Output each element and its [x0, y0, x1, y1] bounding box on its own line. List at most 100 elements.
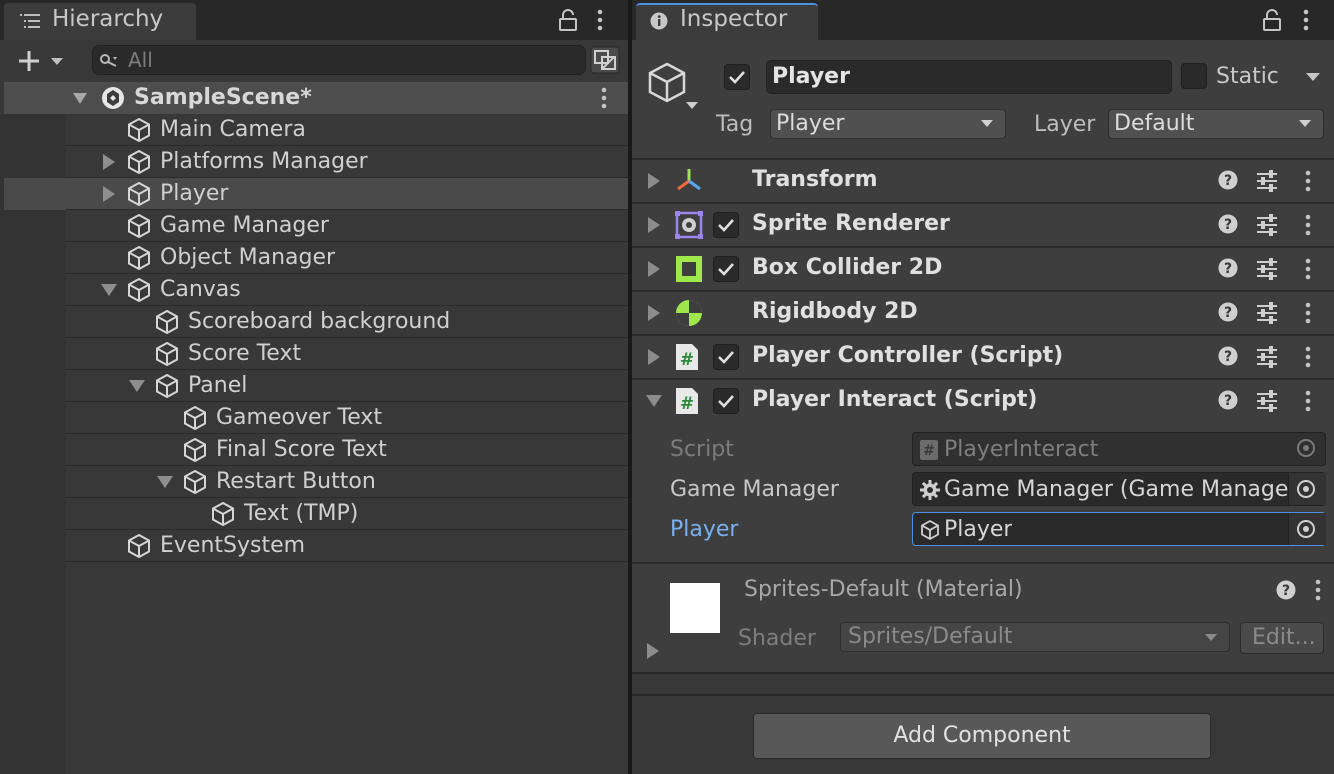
- cube-icon: [182, 437, 208, 463]
- help-icon[interactable]: ?: [1218, 214, 1238, 234]
- separator: [632, 694, 1334, 696]
- create-plus-button[interactable]: [16, 48, 66, 74]
- static-label: Static: [1216, 64, 1279, 89]
- hierarchy-gutter: [0, 114, 66, 774]
- hierarchy-row[interactable]: [66, 338, 628, 370]
- inspector-lock-icon[interactable]: [1262, 9, 1282, 31]
- static-dropdown-arrow-icon[interactable]: [1305, 71, 1321, 83]
- shader-value: Sprites/Default: [848, 624, 1013, 649]
- component-kebab-icon[interactable]: [1304, 302, 1312, 324]
- hierarchy-item-label: Gameover Text: [216, 405, 383, 430]
- script-field-label: Script: [670, 437, 734, 462]
- cube-icon: [154, 309, 180, 335]
- hierarchy-item-label: Final Score Text: [216, 437, 387, 462]
- hierarchy-item-label: Scoreboard background: [188, 309, 451, 334]
- cube-icon: [126, 533, 152, 559]
- player-field-value: Player: [944, 517, 1013, 542]
- foldout-arrow-icon[interactable]: [647, 172, 661, 190]
- component-enabled-checkbox[interactable]: [713, 388, 739, 414]
- component-title: Box Collider 2D: [752, 255, 943, 280]
- help-icon[interactable]: ?: [1218, 346, 1238, 366]
- component-title: Transform: [752, 167, 878, 192]
- help-icon[interactable]: ?: [1218, 258, 1238, 278]
- component-title: Sprite Renderer: [752, 211, 950, 236]
- gameobject-header: [632, 40, 1334, 158]
- component-kebab-icon[interactable]: [1304, 214, 1312, 236]
- foldout-arrow-icon[interactable]: [645, 394, 663, 408]
- scene-kebab-icon[interactable]: [600, 87, 608, 109]
- expand-arrow-icon[interactable]: [72, 91, 88, 105]
- script-field-value: PlayerInteract: [944, 437, 1099, 462]
- preset-sliders-icon[interactable]: [1256, 302, 1278, 324]
- material-kebab-icon[interactable]: [1314, 579, 1322, 601]
- help-icon[interactable]: ?: [1276, 580, 1296, 600]
- component-enabled-checkbox[interactable]: [713, 256, 739, 282]
- foldout-arrow-icon[interactable]: [647, 348, 661, 366]
- inspector-kebab-icon[interactable]: [1302, 9, 1310, 31]
- svg-text:#: #: [923, 443, 935, 459]
- cube-icon: [126, 245, 152, 271]
- help-icon[interactable]: ?: [1218, 170, 1238, 190]
- active-checkbox[interactable]: [724, 64, 750, 90]
- object-picker-icon[interactable]: [1296, 479, 1316, 499]
- box-collider-icon: [674, 254, 704, 284]
- scene-name: SampleScene*: [134, 85, 312, 110]
- cube-icon: [154, 373, 180, 399]
- expand-arrow-icon[interactable]: [646, 642, 660, 660]
- help-icon[interactable]: ?: [1218, 302, 1238, 322]
- object-picker-icon[interactable]: [1296, 519, 1316, 539]
- info-icon: [650, 12, 668, 30]
- component-kebab-icon[interactable]: [1304, 258, 1312, 280]
- hierarchy-row[interactable]: [66, 370, 628, 402]
- lock-icon[interactable]: [558, 9, 578, 31]
- svg-text:#: #: [680, 394, 694, 414]
- hierarchy-item-label: Panel: [188, 373, 248, 398]
- svg-text:?: ?: [1282, 583, 1290, 599]
- expand-arrow-icon[interactable]: [100, 283, 118, 297]
- expand-arrow-icon[interactable]: [102, 153, 116, 171]
- preset-sliders-icon[interactable]: [1256, 346, 1278, 368]
- hierarchy-item-label: Game Manager: [160, 213, 329, 238]
- svg-text:?: ?: [1224, 305, 1232, 321]
- cube-icon: [182, 405, 208, 431]
- component-enabled-checkbox[interactable]: [713, 212, 739, 238]
- svg-text:#: #: [680, 350, 694, 370]
- hierarchy-item-label: Main Camera: [160, 117, 306, 142]
- component-enabled-checkbox[interactable]: [713, 344, 739, 370]
- unity-scene-icon: [100, 86, 126, 110]
- expand-arrow-icon[interactable]: [102, 185, 116, 203]
- scene-visibility-toggle-icon[interactable]: [590, 46, 620, 74]
- chevron-down-icon: [980, 119, 994, 129]
- foldout-arrow-icon[interactable]: [647, 216, 661, 234]
- list-icon: [20, 12, 42, 30]
- scene-row[interactable]: [4, 82, 628, 114]
- game-manager-field-value: Game Manager (Game Manager): [944, 477, 1288, 502]
- shader-label: Shader: [738, 626, 816, 651]
- static-checkbox[interactable]: [1181, 63, 1207, 89]
- component-kebab-icon[interactable]: [1304, 170, 1312, 192]
- preset-sliders-icon[interactable]: [1256, 258, 1278, 280]
- svg-text:?: ?: [1224, 393, 1232, 409]
- component-title: Rigidbody 2D: [752, 299, 918, 324]
- hierarchy-search-input[interactable]: [92, 45, 586, 75]
- chevron-down-icon: [1204, 633, 1218, 643]
- game-manager-field-label: Game Manager: [670, 477, 839, 502]
- svg-text:?: ?: [1224, 173, 1232, 189]
- preset-sliders-icon[interactable]: [1256, 390, 1278, 412]
- component-kebab-icon[interactable]: [1304, 346, 1312, 368]
- foldout-arrow-icon[interactable]: [647, 304, 661, 322]
- preset-sliders-icon[interactable]: [1256, 214, 1278, 236]
- object-name-value: Player: [772, 64, 850, 89]
- expand-arrow-icon[interactable]: [156, 475, 174, 489]
- script-hash-icon: #: [674, 342, 700, 372]
- gameobject-cube-icon[interactable]: [646, 60, 702, 116]
- component-kebab-icon[interactable]: [1304, 390, 1312, 412]
- kebab-menu-icon[interactable]: [596, 9, 604, 31]
- rigidbody-icon: [674, 298, 704, 328]
- expand-arrow-icon[interactable]: [128, 379, 146, 393]
- help-icon[interactable]: ?: [1218, 390, 1238, 410]
- search-placeholder: All: [128, 48, 153, 72]
- foldout-arrow-icon[interactable]: [647, 260, 661, 278]
- preset-sliders-icon[interactable]: [1256, 170, 1278, 192]
- cube-icon: [126, 277, 152, 303]
